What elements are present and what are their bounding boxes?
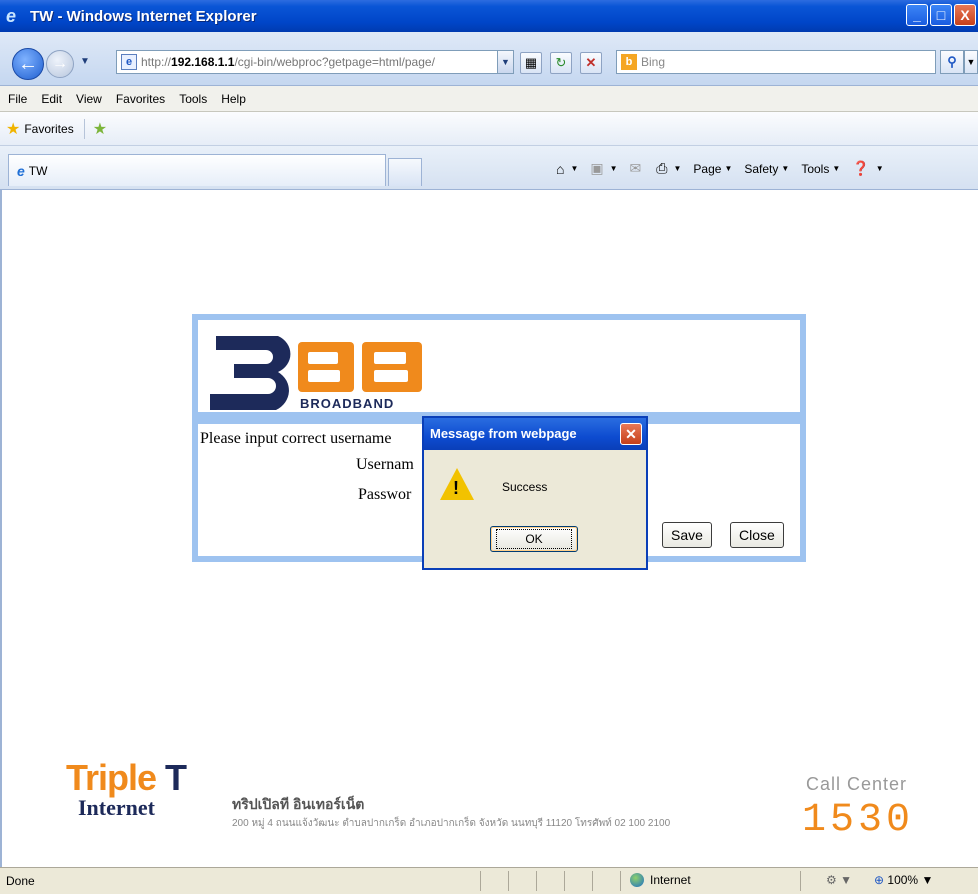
ok-button-label: OK [496, 529, 572, 549]
window-titlebar[interactable]: e TW - Windows Internet Explorer _ □ X [0, 0, 978, 32]
exclamation-icon: ! [453, 478, 459, 498]
help-icon: ❓ [852, 160, 870, 176]
triple-t-logo: Triple T Internet [66, 757, 187, 820]
divider [508, 871, 509, 891]
zoom-icon: ⊕ [874, 873, 885, 887]
close-window-button[interactable]: X [954, 4, 976, 26]
command-bar: ⌂ ▼ ▣ ▼ ✉ ⎙ ▼ Page ▼ Safety ▼ Tools ▼ ❓ ▼ [556, 160, 896, 177]
favorites-button[interactable]: Favorites [24, 122, 73, 136]
new-tab-button[interactable] [388, 158, 422, 186]
search-options-icon[interactable]: ▼ [964, 50, 978, 74]
dialog-message: Success [502, 480, 548, 494]
tab-tw[interactable]: e TW [8, 154, 386, 186]
back-button[interactable]: ← [12, 48, 44, 80]
page-menu-label: Page [693, 161, 722, 176]
address-bar[interactable]: e http://192.168.1.1/cgi-bin/webproc?get… [116, 50, 514, 74]
print-button[interactable]: ⎙ ▼ [656, 160, 681, 177]
rss-icon: ▣ [590, 160, 604, 176]
username-label: Usernam [356, 456, 414, 473]
triple-t-logo-top: Triple T [66, 757, 187, 798]
tools-menu-label: Tools [801, 161, 830, 176]
feeds-button[interactable]: ▣ ▼ [590, 160, 617, 177]
divider [592, 871, 593, 891]
favorites-bar: ★ Favorites ★ [0, 112, 978, 146]
menu-tools[interactable]: Tools [179, 92, 207, 106]
mail-button[interactable]: ✉ [630, 160, 645, 177]
divider [83, 118, 85, 139]
divider [564, 871, 565, 891]
compatibility-view-icon[interactable]: ▦ [520, 52, 542, 74]
company-name: ทริปเปิลที อินเทอร์เน็ต [232, 796, 365, 812]
forward-button[interactable]: → [46, 50, 74, 78]
window-controls: _ □ X [906, 4, 976, 26]
password-label: Passwor [358, 486, 412, 503]
broadband-text: BROADBAND [300, 396, 394, 411]
favorites-star-icon[interactable]: ★ [6, 119, 20, 139]
tools-menu[interactable]: Tools ▼ [801, 162, 840, 176]
page-icon: e [121, 54, 137, 70]
divider [620, 871, 621, 891]
address-toolbar: ← → ▼ e http://192.168.1.1/cgi-bin/webpr… [0, 32, 978, 86]
menu-file[interactable]: File [8, 92, 27, 106]
dialog-close-button[interactable]: ✕ [620, 423, 642, 445]
printer-icon: ⎙ [656, 160, 668, 176]
company-address: 200 หมู่ 4 ถนนแจ้งวัฒนะ ตำบลปากเกร็ด อำเ… [232, 818, 671, 829]
help-button[interactable]: ❓ ▼ [852, 160, 883, 177]
menu-view[interactable]: View [76, 92, 102, 106]
window-title: TW - Windows Internet Explorer [30, 7, 257, 25]
login-message: Please input correct username [200, 430, 392, 447]
add-favorite-icon[interactable]: ★ [93, 119, 107, 139]
minimize-button[interactable]: _ [906, 4, 928, 26]
refresh-icon[interactable]: ↻ [550, 52, 572, 74]
zone-label: Internet [650, 873, 691, 887]
menu-bar: File Edit View Favorites Tools Help [0, 86, 978, 112]
safety-menu-label: Safety [744, 161, 779, 176]
divider [536, 871, 537, 891]
recent-pages-dropdown-icon[interactable]: ▼ [80, 56, 90, 67]
home-button[interactable]: ⌂ ▼ [556, 161, 578, 177]
menu-help[interactable]: Help [221, 92, 246, 106]
divider [800, 871, 801, 891]
zoom-level[interactable]: ⊕ 100% ▼ [874, 873, 933, 887]
tab-label: TW [28, 163, 48, 178]
mail-icon: ✉ [629, 160, 642, 176]
status-bar: Done Internet ⚙ ▼ ⊕ 100% ▼ [0, 867, 978, 894]
address-dropdown-icon[interactable]: ▼ [497, 51, 513, 73]
protected-mode-icon[interactable]: ⚙ ▼ [826, 873, 852, 887]
search-icon[interactable]: ⚲ [940, 50, 964, 74]
call-center-label: Call Center [806, 774, 908, 794]
globe-icon [630, 873, 644, 887]
divider [480, 871, 481, 891]
dialog-title[interactable]: Message from webpage [424, 418, 646, 450]
login-header: BROADBAND [198, 320, 800, 412]
search-placeholder: Bing [641, 55, 666, 69]
zoom-value: 100% [887, 873, 919, 887]
call-center-number: 1530 [802, 798, 915, 843]
ie-logo-icon: e [6, 6, 17, 26]
triple-t-logo-bottom: Internet [78, 795, 155, 820]
safety-menu[interactable]: Safety ▼ [744, 162, 789, 176]
security-zone[interactable]: Internet [630, 873, 691, 887]
home-icon: ⌂ [556, 160, 565, 177]
close-button[interactable]: Close [730, 522, 784, 548]
save-button[interactable]: Save [662, 522, 712, 548]
ie-page-icon: e [17, 162, 25, 179]
maximize-button[interactable]: □ [930, 4, 952, 26]
bing-icon: b [621, 54, 637, 70]
status-text: Done [6, 874, 35, 888]
menu-favorites[interactable]: Favorites [116, 92, 165, 106]
tab-bar: e TW ⌂ ▼ ▣ ▼ ✉ ⎙ ▼ Page ▼ Safety ▼ Tools ▼ ❓ ▼ [0, 146, 978, 190]
3bb-logo: BROADBAND [210, 336, 422, 411]
menu-edit[interactable]: Edit [41, 92, 62, 106]
search-input[interactable]: b Bing [616, 50, 936, 74]
ok-button[interactable]: OK [490, 526, 578, 552]
message-dialog: Message from webpage ✕ ! Success OK [422, 416, 648, 570]
stop-icon[interactable]: ✕ [580, 52, 602, 74]
address-url[interactable]: http://192.168.1.1/cgi-bin/webproc?getpa… [141, 55, 435, 69]
page-menu[interactable]: Page ▼ [693, 162, 732, 176]
